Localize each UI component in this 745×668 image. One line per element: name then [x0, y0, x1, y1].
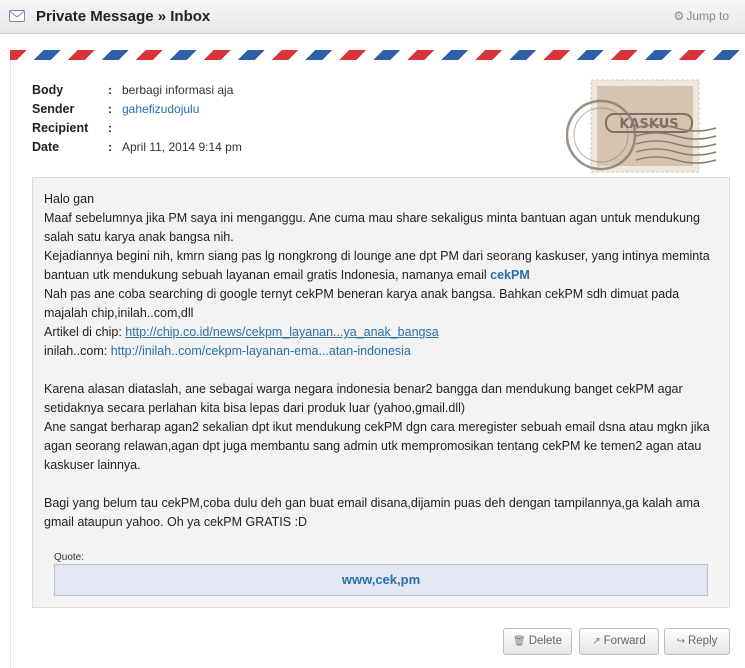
airmail-border: [10, 50, 745, 60]
gear-icon: ⚙: [673, 9, 685, 23]
message-paragraph: inilah..com: http://inilah..com/cekpm-la…: [44, 342, 718, 361]
chip-article-link[interactable]: http://chip.co.id/news/cekpm_layanan...y…: [125, 325, 438, 339]
reply-label: Reply: [687, 635, 718, 647]
colon: :: [108, 102, 112, 116]
recipient-label: Recipient: [32, 121, 89, 135]
message-greeting: Halo gan: [44, 192, 95, 206]
forward-button[interactable]: ↗ Forward: [579, 628, 659, 655]
delete-button[interactable]: 🗑 Delete: [503, 628, 572, 655]
date-value: April 11, 2014 9:14 pm: [122, 140, 242, 154]
message-paragraph: Artikel di chip: http://chip.co.id/news/…: [44, 323, 718, 342]
cekpm-brand: cekPM: [490, 268, 530, 282]
page-title: Private Message » Inbox: [36, 8, 211, 25]
quote-text: www,cek,pm: [341, 572, 421, 587]
message-text: inilah..com:: [44, 344, 108, 358]
message-text: Kejadiannya begini nih, kmrn siang pas l…: [44, 249, 710, 282]
envelope-icon: [9, 10, 25, 22]
message-paragraph: Maaf sebelumnya jika PM saya ini mengang…: [44, 211, 700, 244]
quote-box: www,cek,pm: [54, 564, 708, 596]
message-panel: Body : berbagi informasi aja Sender : ga…: [10, 60, 745, 668]
colon: :: [108, 121, 112, 135]
message-paragraph: Kejadiannya begini nih, kmrn siang pas l…: [44, 247, 718, 285]
kaskus-stamp-logo: KASKUS: [566, 79, 716, 173]
trash-icon: 🗑: [513, 636, 526, 647]
reply-icon: ↪: [676, 636, 685, 647]
subject-value: berbagi informasi aja: [122, 83, 234, 97]
reply-button[interactable]: ↪ Reply: [664, 628, 730, 655]
page-header: Private Message » Inbox ⚙ Jump to: [0, 0, 745, 34]
message-body: Halo gan Maaf sebelumnya jika PM saya in…: [32, 177, 730, 608]
body-label: Body: [32, 83, 64, 97]
forward-label: Forward: [603, 635, 646, 647]
message-paragraph: Nah pas ane coba searching di google ter…: [44, 287, 680, 320]
forward-icon: ↗: [592, 636, 601, 647]
delete-label: Delete: [528, 635, 562, 647]
message-paragraph: Karena alasan diataslah, ane sebagai war…: [44, 382, 683, 415]
sender-link[interactable]: gahefizudojulu: [122, 102, 199, 116]
message-paragraph: Ane sangat berharap agan2 sekalian dpt i…: [44, 420, 710, 472]
message-paragraph: Bagi yang belum tau cekPM,coba dulu deh …: [44, 496, 700, 529]
jump-to-menu[interactable]: ⚙ Jump to: [674, 9, 729, 23]
colon: :: [108, 140, 112, 154]
jump-to-label: Jump to: [686, 9, 729, 23]
sender-label: Sender: [32, 102, 75, 116]
message-text: Artikel di chip:: [44, 325, 122, 339]
inilah-article-link[interactable]: http://inilah..com/cekpm-layanan-ema...a…: [111, 344, 411, 358]
date-label: Date: [32, 140, 60, 154]
stamp-brand-text: KASKUS: [619, 117, 678, 132]
colon: :: [108, 83, 112, 97]
